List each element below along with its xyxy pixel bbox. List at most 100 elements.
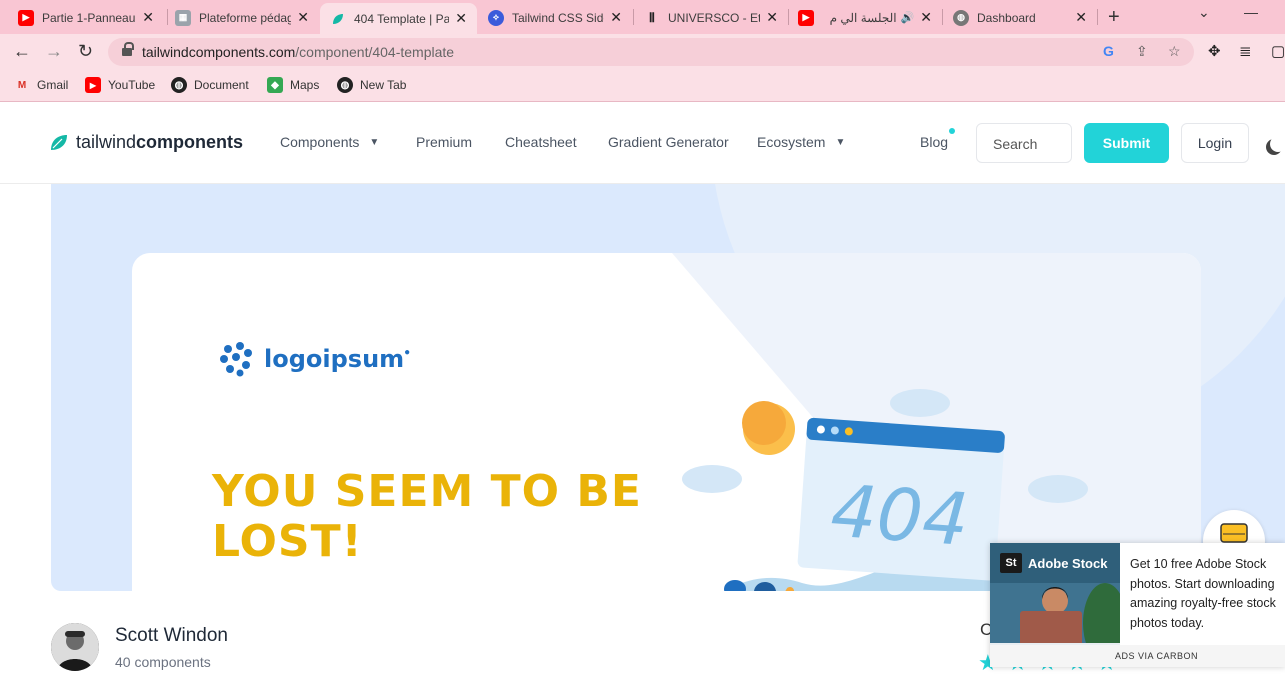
nav-blog[interactable]: Blog <box>920 134 948 150</box>
nav-ecosystem[interactable]: Ecosystem ▼ <box>757 134 845 150</box>
reload-icon[interactable]: ↻ <box>78 41 93 62</box>
ads-via-carbon-link[interactable]: ADS VIA CARBON <box>990 645 1285 667</box>
media-control-icon[interactable]: ≣ <box>1239 42 1252 60</box>
headline-line: YOU SEEM TO BE <box>212 466 642 517</box>
tab-title: الجلسة الي م <box>829 10 897 25</box>
share-icon[interactable]: ⇪ <box>1136 43 1148 60</box>
side-panel-icon[interactable]: ▢ <box>1271 42 1285 60</box>
brand-light: tailwind <box>76 132 137 152</box>
close-tab-icon[interactable]: ✕ <box>455 10 467 27</box>
nav-premium[interactable]: Premium <box>416 134 472 150</box>
address-bar-row: ← → ↻ tailwindcomponents.com/component/4… <box>0 34 1285 70</box>
nav-label: Blog <box>920 134 949 150</box>
browser-tab-6[interactable]: ▶ الجلسة الي م 🔊 ✕ <box>788 3 942 32</box>
nav-label: Cheatsheet <box>505 134 577 150</box>
browser-tab-7[interactable]: ◍ Dashboard ✕ <box>943 3 1097 32</box>
tab-search-chevron-icon[interactable]: ⌄ <box>1198 4 1210 21</box>
adobe-stock-icon: St <box>1000 553 1022 573</box>
tailwind-leaf-icon <box>51 134 67 150</box>
logo-text: logoipsum <box>264 345 405 373</box>
browser-tab-3-active[interactable]: 404 Template | Pa ✕ <box>320 3 477 34</box>
chevron-down-icon: ▼ <box>835 136 846 148</box>
close-tab-icon[interactable]: ✕ <box>920 9 932 26</box>
404-card: logoipsum ● YOU SEEM TO BE LOST! 404 ... <box>132 253 1201 591</box>
minimize-window-icon[interactable]: — <box>1244 4 1258 20</box>
youtube-icon: ▶ <box>18 9 34 26</box>
google-icon[interactable]: G <box>1103 43 1114 59</box>
bookmark-gmail[interactable]: M Gmail <box>14 77 69 93</box>
tab-title: Tailwind CSS Side <box>512 10 605 25</box>
author-name[interactable]: Scott Windon <box>115 625 228 647</box>
bookmark-label: Gmail <box>37 78 69 92</box>
new-tab-plus-icon[interactable]: + <box>1108 6 1120 29</box>
bookmark-new-tab[interactable]: ◍ New Tab <box>337 77 406 93</box>
bookmark-label: YouTube <box>108 78 156 92</box>
browser-tab-1[interactable]: ▶ Partie 1-Panneau ✕ <box>8 3 164 32</box>
chevron-down-icon: ▼ <box>369 136 380 148</box>
close-tab-icon[interactable]: ✕ <box>766 9 778 26</box>
url-text[interactable]: tailwindcomponents.com/component/404-tem… <box>142 44 454 60</box>
close-tab-icon[interactable]: ✕ <box>297 9 309 26</box>
nav-cheatsheet[interactable]: Cheatsheet <box>505 134 577 150</box>
ad-brand: St Adobe Stock <box>1000 553 1107 573</box>
bookmark-maps[interactable]: ◆ Maps <box>267 77 319 93</box>
youtube-icon: ▶ <box>85 77 101 93</box>
nav-label: Premium <box>416 134 473 150</box>
brand-bold: components <box>136 132 244 152</box>
submit-button[interactable]: Submit <box>1084 123 1169 163</box>
nav-label: Components <box>280 134 360 150</box>
lost-headline: YOU SEEM TO BE LOST! <box>212 467 652 567</box>
omnibox[interactable]: tailwindcomponents.com/component/404-tem… <box>108 38 1194 66</box>
404-text: 404 <box>828 468 971 561</box>
browser-tab-2[interactable]: ▦ Plateforme pédag ✕ <box>165 3 319 32</box>
browser-tab-bar: ▶ Partie 1-Panneau ✕ ▦ Plateforme pédag … <box>0 0 1285 34</box>
nav-components[interactable]: Components ▼ <box>280 134 379 150</box>
bookmarks-bar: M Gmail ▶ YouTube ◍ Document ◆ Maps ◍ Ne… <box>0 70 1285 102</box>
blog-new-dot <box>949 128 955 134</box>
tab-title: UNIVERSCO - Etu <box>668 10 761 25</box>
headline-line: LOST! <box>212 516 363 567</box>
audio-playing-icon[interactable]: 🔊 <box>901 11 915 24</box>
bookmark-label: Document <box>194 78 249 92</box>
tab-title: Plateforme pédag <box>199 10 292 25</box>
ad-text[interactable]: Get 10 free Adobe Stock photos. Start do… <box>1130 555 1285 633</box>
search-input[interactable]: Search <box>976 123 1072 163</box>
platform-icon: ▦ <box>175 9 191 26</box>
bookmark-youtube[interactable]: ▶ YouTube <box>85 77 155 93</box>
maps-icon: ◆ <box>267 77 283 93</box>
tab-title: Dashboard <box>977 10 1036 25</box>
site-logo[interactable]: tailwind components <box>50 132 243 153</box>
logoipsum-logo: logoipsum ● <box>218 341 410 377</box>
ad-brand-name: Adobe Stock <box>1028 555 1108 571</box>
universco-icon: Ⅱ <box>648 9 656 25</box>
youtube-icon: ▶ <box>798 9 814 26</box>
nav-gradient-generator[interactable]: Gradient Generator <box>608 134 729 150</box>
bookmark-label: New Tab <box>360 78 407 92</box>
login-button[interactable]: Login <box>1181 123 1249 163</box>
nav-label: Gradient Generator <box>608 134 729 150</box>
author-avatar[interactable] <box>51 623 99 671</box>
bookmark-label: Maps <box>290 78 320 92</box>
bookmark-document[interactable]: ◍ Document <box>171 77 249 93</box>
browser-tab-5[interactable]: Ⅱ UNIVERSCO - Etu ✕ <box>634 3 788 32</box>
gmail-icon: M <box>17 79 27 91</box>
author-components-count: 40 components <box>115 654 211 670</box>
bookmark-star-icon[interactable]: ☆ <box>1168 43 1181 60</box>
browser-tab-4[interactable]: ⟡ Tailwind CSS Side ✕ <box>478 3 632 32</box>
carbon-ad[interactable]: St Adobe Stock Get 10 free Adobe Stock p… <box>990 543 1285 667</box>
lock-icon <box>122 42 134 57</box>
forward-arrow-icon[interactable]: → <box>45 41 63 62</box>
dark-mode-moon-icon[interactable] <box>1270 136 1285 152</box>
globe-icon: ◍ <box>337 77 353 93</box>
svg-text:...: ... <box>729 587 735 591</box>
close-tab-icon[interactable]: ✕ <box>610 9 622 26</box>
component-preview: logoipsum ● YOU SEEM TO BE LOST! 404 ... <box>51 184 1285 591</box>
close-tab-icon[interactable]: ✕ <box>142 9 154 26</box>
tab-title: Partie 1-Panneau <box>42 10 136 25</box>
back-arrow-icon[interactable]: ← <box>13 41 31 62</box>
avatar-image <box>51 623 99 671</box>
close-tab-icon[interactable]: ✕ <box>1075 9 1087 26</box>
extensions-puzzle-icon[interactable]: ✥ <box>1208 42 1221 60</box>
nav-label: Ecosystem <box>757 134 826 150</box>
tailwind-leaf-icon <box>330 11 346 27</box>
